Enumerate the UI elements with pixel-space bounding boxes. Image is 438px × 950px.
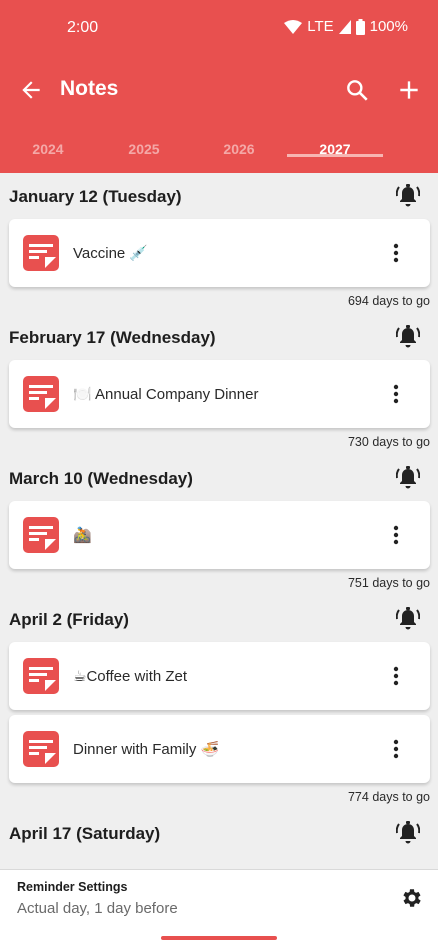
tab-2024[interactable]: 2024 [0, 128, 96, 157]
network-label: LTE [307, 18, 334, 35]
date-label: April 17 (Saturday) [9, 824, 161, 843]
note-card[interactable]: 🚵 [9, 501, 430, 569]
battery-icon [355, 18, 365, 35]
search-icon[interactable] [344, 77, 370, 103]
note-icon [23, 658, 59, 694]
note-title: Dinner with Family 🍜 [73, 741, 220, 758]
more-vert-icon[interactable] [389, 737, 403, 761]
year-tabs: 2024 2025 2026 2027 [0, 128, 438, 173]
note-icon [23, 731, 59, 767]
date-label: March 10 (Wednesday) [9, 469, 193, 488]
note-card[interactable]: ☕Coffee with Zet [9, 642, 430, 710]
status-icons: LTE 100% [284, 18, 408, 35]
note-icon [23, 235, 59, 271]
date-label: January 12 (Tuesday) [9, 187, 182, 206]
note-card[interactable]: 🍽️ Annual Company Dinner [9, 360, 430, 428]
tab-2026[interactable]: 2026 [191, 128, 287, 157]
note-title: 🍽️ Annual Company Dinner [73, 386, 259, 403]
status-time: 2:00 [67, 19, 99, 36]
add-icon[interactable] [396, 77, 422, 103]
status-bar: 2:00 LTE 100% [0, 0, 438, 56]
tab-2027[interactable]: 2027 [287, 128, 383, 157]
note-card[interactable]: Vaccine 💉 [9, 219, 430, 287]
date-group: February 17 (Wednesday) 🍽️ Annual Compan… [0, 314, 438, 455]
date-header: February 17 (Wednesday) [0, 314, 438, 360]
battery-percent: 100% [369, 18, 408, 35]
app-bar: 2:00 LTE 100% Notes 2024 2025 2026 2027 [0, 0, 438, 173]
date-group: January 12 (Tuesday) Vaccine 💉 694 days … [0, 173, 438, 314]
gear-icon[interactable] [400, 886, 424, 910]
date-group: April 17 (Saturday) [0, 810, 438, 856]
alarm-bell-icon[interactable] [396, 820, 420, 846]
note-title: 🚵 [73, 527, 92, 544]
note-title: Vaccine 💉 [73, 245, 149, 262]
alarm-bell-icon[interactable] [396, 183, 420, 209]
note-card[interactable]: Dinner with Family 🍜 [9, 715, 430, 783]
date-label: April 2 (Friday) [9, 610, 129, 629]
date-label: February 17 (Wednesday) [9, 328, 216, 347]
date-header: March 10 (Wednesday) [0, 455, 438, 501]
date-header: April 17 (Saturday) [0, 810, 438, 856]
reminder-settings-panel[interactable]: Reminder Settings Actual day, 1 day befo… [0, 869, 438, 950]
signal-icon [338, 19, 351, 34]
days-to-go: 774 days to go [347, 790, 430, 804]
more-vert-icon[interactable] [389, 241, 403, 265]
date-group: April 2 (Friday) ☕Coffee with Zet Dinner… [0, 596, 438, 810]
wifi-icon [284, 19, 303, 34]
toolbar: Notes [0, 60, 438, 118]
days-to-go: 730 days to go [347, 435, 430, 449]
back-arrow-icon[interactable] [18, 77, 44, 103]
alarm-bell-icon[interactable] [396, 465, 420, 491]
date-group: March 10 (Wednesday) 🚵 751 days to go [0, 455, 438, 596]
reminder-settings-title: Reminder Settings [17, 880, 128, 894]
note-icon [23, 517, 59, 553]
home-indicator [161, 936, 277, 940]
more-vert-icon[interactable] [389, 523, 403, 547]
tab-2025[interactable]: 2025 [96, 128, 192, 157]
date-header: January 12 (Tuesday) [0, 173, 438, 219]
alarm-bell-icon[interactable] [396, 324, 420, 350]
reminder-settings-value: Actual day, 1 day before [17, 900, 178, 917]
more-vert-icon[interactable] [389, 382, 403, 406]
date-header: April 2 (Friday) [0, 596, 438, 642]
alarm-bell-icon[interactable] [396, 606, 420, 632]
note-title: ☕Coffee with Zet [73, 668, 188, 685]
notes-list[interactable]: January 12 (Tuesday) Vaccine 💉 694 days … [0, 173, 438, 869]
page-title: Notes [60, 77, 119, 100]
more-vert-icon[interactable] [389, 664, 403, 688]
days-to-go: 694 days to go [347, 294, 430, 308]
days-to-go: 751 days to go [347, 576, 430, 590]
note-icon [23, 376, 59, 412]
